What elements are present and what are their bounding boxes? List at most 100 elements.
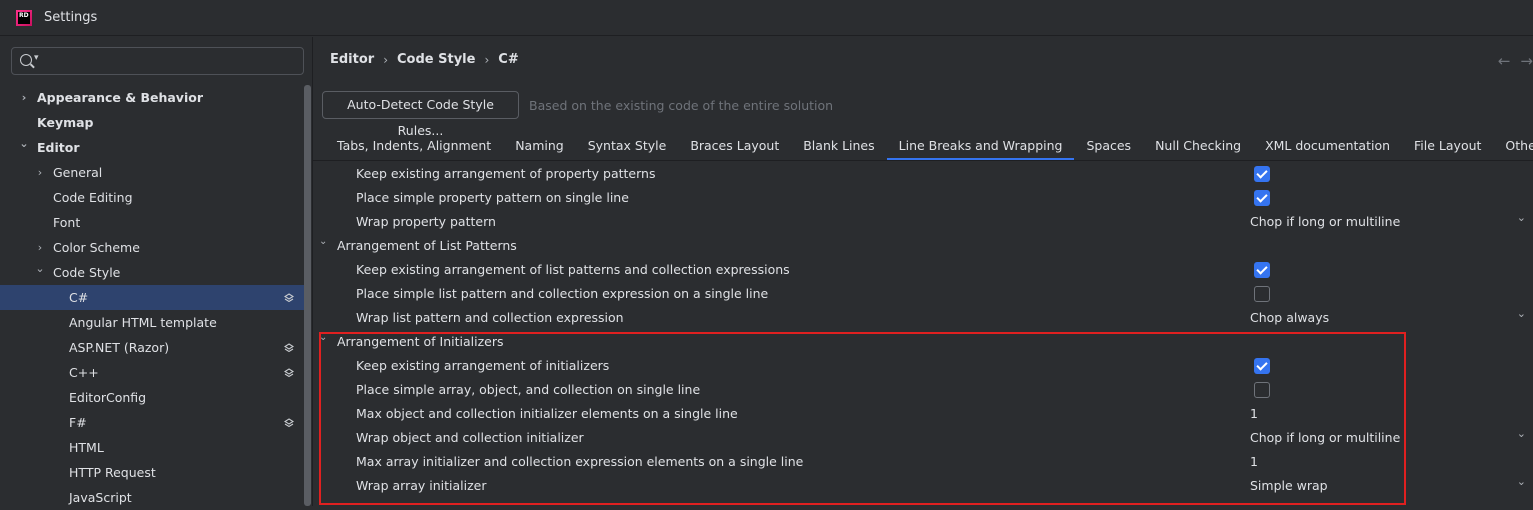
sidebar-item-label: ASP.NET (Razor) xyxy=(69,340,170,355)
sidebar-item-code-editing[interactable]: Code Editing xyxy=(0,185,304,210)
tab-xml-documentation[interactable]: XML documentation xyxy=(1253,135,1402,160)
checkbox-checked[interactable] xyxy=(1254,262,1270,278)
setting-label: Keep existing arrangement of initializer… xyxy=(356,358,610,373)
settings-row: Place simple list pattern and collection… xyxy=(313,282,1533,306)
auto-detect-button[interactable]: Auto-Detect Code Style Rules... xyxy=(322,91,519,138)
search-input[interactable]: ▾ xyxy=(11,47,304,75)
settings-row: Wrap array initializer Simple wrap ⌄ xyxy=(313,474,1533,498)
breadcrumb-separator-icon: › xyxy=(383,52,389,67)
sidebar-item-label: EditorConfig xyxy=(69,390,147,405)
settings-row: Keep existing arrangement of property pa… xyxy=(313,162,1533,186)
settings-row: Wrap property pattern Chop if long or mul… xyxy=(313,210,1533,234)
layers-icon xyxy=(284,418,294,428)
checkbox-unchecked[interactable] xyxy=(1254,382,1270,398)
sidebar-item-keymap[interactable]: Keymap xyxy=(0,110,304,135)
setting-dropdown-value[interactable]: Simple wrap xyxy=(1250,474,1328,498)
setting-dropdown-value[interactable]: Chop if long or multiline xyxy=(1250,210,1400,234)
setting-dropdown-value[interactable]: Chop always xyxy=(1250,306,1329,330)
chevron-down-icon[interactable]: ⌄ xyxy=(319,230,327,254)
checkbox-unchecked[interactable] xyxy=(1254,286,1270,302)
layers-icon xyxy=(284,368,294,378)
settings-row: Keep existing arrangement of list patter… xyxy=(313,258,1533,282)
search-icon xyxy=(20,54,32,66)
sidebar-item-http-request[interactable]: HTTP Request xyxy=(0,460,304,485)
sidebar-item-code-style[interactable]: ⌄ Code Style xyxy=(0,260,304,285)
settings-row: Max array initializer and collection exp… xyxy=(313,450,1533,474)
sidebar-item-label: C++ xyxy=(69,365,99,380)
tab-blank-lines[interactable]: Blank Lines xyxy=(791,135,886,160)
tab-naming[interactable]: Naming xyxy=(503,135,576,160)
setting-label: Place simple property pattern on single … xyxy=(356,190,629,205)
chevron-down-icon[interactable]: ⌄ xyxy=(18,131,30,156)
chevron-down-icon[interactable]: ⌄ xyxy=(319,326,327,350)
checkbox-checked[interactable] xyxy=(1254,190,1270,206)
settings-sidebar: ▾ › Appearance & Behavior Keymap ⌄ Editor › Ge… xyxy=(0,37,312,506)
tab-line-breaks-and-wrapping[interactable]: Line Breaks and Wrapping xyxy=(886,135,1075,160)
setting-label: Arrangement of List Patterns xyxy=(337,238,517,253)
sidebar-item-label: Appearance & Behavior xyxy=(37,90,203,105)
sidebar-item-label: Editor xyxy=(37,140,80,155)
sidebar-item-editor[interactable]: ⌄ Editor xyxy=(0,135,304,160)
settings-row: Wrap object and collection initializer Ch… xyxy=(313,426,1533,450)
sidebar-item-label: Font xyxy=(53,215,81,230)
chevron-down-icon[interactable]: ⌄ xyxy=(34,256,46,281)
breadcrumb-item-code-style[interactable]: Code Style xyxy=(397,52,475,67)
sidebar-item-f[interactable]: F# xyxy=(0,410,304,435)
setting-label: Wrap object and collection initializer xyxy=(356,430,584,445)
breadcrumb-item-c[interactable]: C# xyxy=(498,52,518,67)
checkbox-checked[interactable] xyxy=(1254,166,1270,182)
setting-label: Place simple list pattern and collection… xyxy=(356,286,769,301)
settings-group-header: ⌄ Arrangement of List Patterns xyxy=(313,234,1533,258)
sidebar-item-asp-net-razor[interactable]: ASP.NET (Razor) xyxy=(0,335,304,360)
sidebar-scrollbar[interactable] xyxy=(304,85,311,506)
tab-file-layout[interactable]: File Layout xyxy=(1402,135,1493,160)
sidebar-item-label: F# xyxy=(69,415,87,430)
back-arrow-icon[interactable]: ← xyxy=(1498,52,1511,70)
search-options-chevron-icon[interactable]: ▾ xyxy=(34,53,39,63)
rider-logo-icon: RD xyxy=(16,9,32,26)
chevron-down-icon[interactable]: ⌄ xyxy=(1517,302,1526,326)
setting-dropdown-value[interactable]: Chop if long or multiline xyxy=(1250,426,1400,450)
sidebar-item-c[interactable]: C++ xyxy=(0,360,304,385)
sidebar-item-font[interactable]: Font xyxy=(0,210,304,235)
setting-number-field[interactable]: 1 xyxy=(1250,450,1258,474)
sidebar-item-label: HTTP Request xyxy=(69,465,156,480)
chevron-down-icon[interactable]: ⌄ xyxy=(1517,206,1526,230)
checkbox-checked[interactable] xyxy=(1254,358,1270,374)
settings-content: Keep existing arrangement of property pa… xyxy=(313,162,1533,506)
sidebar-item-javascript[interactable]: JavaScript xyxy=(0,485,304,510)
tab-syntax-style[interactable]: Syntax Style xyxy=(576,135,679,160)
setting-number-field[interactable]: 1 xyxy=(1250,402,1258,426)
sidebar-item-label: Angular HTML template xyxy=(69,315,217,330)
sidebar-item-editorconfig[interactable]: EditorConfig xyxy=(0,385,304,410)
settings-main-panel: Editor › Code Style › C# ← → Auto-Detect Cod… xyxy=(312,37,1533,506)
sidebar-item-c[interactable]: C# xyxy=(0,285,304,310)
sidebar-item-label: General xyxy=(53,165,103,180)
code-style-tabs: Tabs, Indents, Alignment Naming Syntax Sty… xyxy=(325,135,1533,160)
tab-tabs-indents-alignment[interactable]: Tabs, Indents, Alignment xyxy=(325,135,503,160)
forward-arrow-icon[interactable]: → xyxy=(1520,52,1533,70)
chevron-down-icon[interactable]: ⌄ xyxy=(1517,470,1526,494)
sidebar-item-label: Code Editing xyxy=(53,190,133,205)
chevron-down-icon[interactable]: ⌄ xyxy=(1517,422,1526,446)
tab-braces-layout[interactable]: Braces Layout xyxy=(678,135,791,160)
sidebar-item-label: Code Style xyxy=(53,265,121,280)
sidebar-item-label: C# xyxy=(69,290,89,305)
sidebar-item-appearance-behavior[interactable]: › Appearance & Behavior xyxy=(0,85,304,110)
chevron-right-icon[interactable]: › xyxy=(18,85,30,110)
setting-label: Wrap array initializer xyxy=(356,478,487,493)
settings-row: Max object and collection initializer el… xyxy=(313,402,1533,426)
sidebar-item-html[interactable]: HTML xyxy=(0,435,304,460)
breadcrumb-item-editor[interactable]: Editor xyxy=(330,52,374,67)
sidebar-item-angular-html-template[interactable]: Angular HTML template xyxy=(0,310,304,335)
tab-spaces[interactable]: Spaces xyxy=(1074,135,1143,160)
settings-tree: › Appearance & Behavior Keymap ⌄ Editor › Gene… xyxy=(0,85,304,510)
setting-label: Keep existing arrangement of list patter… xyxy=(356,262,790,277)
chevron-right-icon[interactable]: › xyxy=(34,160,46,185)
sidebar-item-general[interactable]: › General xyxy=(0,160,304,185)
tab-null-checking[interactable]: Null Checking xyxy=(1143,135,1253,160)
tab-other[interactable]: Other xyxy=(1493,135,1533,160)
settings-row: Keep existing arrangement of initializer… xyxy=(313,354,1533,378)
nav-arrows: ← → xyxy=(1498,52,1533,70)
sidebar-item-label: Keymap xyxy=(37,115,94,130)
